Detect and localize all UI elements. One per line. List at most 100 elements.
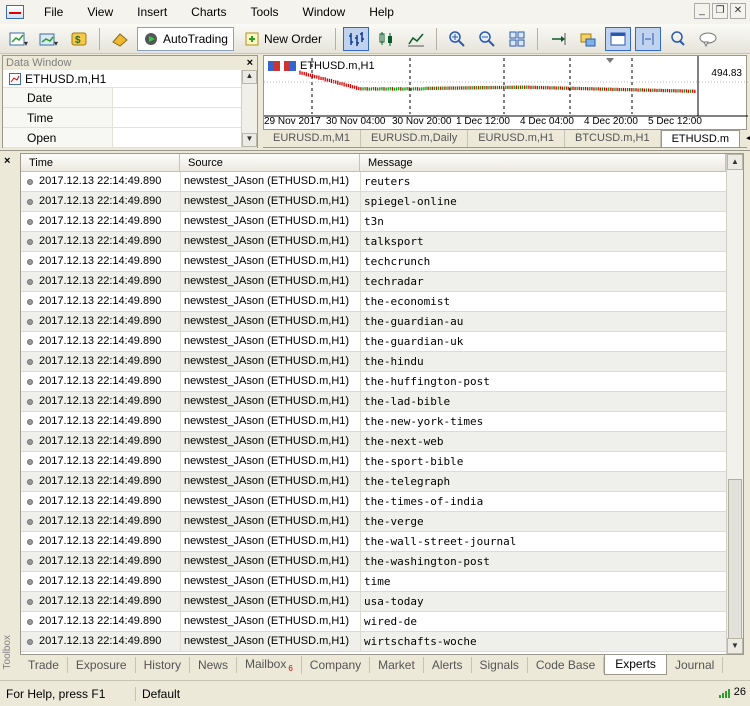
close-icon[interactable]: × <box>4 155 10 167</box>
time-axis: 29 Nov 2017 30 Nov 04:00 30 Nov 20:00 1 Dec… <box>264 115 746 129</box>
period-window-icon[interactable] <box>604 26 631 51</box>
menu-insert[interactable]: Insert <box>125 0 179 24</box>
crosshair-icon[interactable] <box>634 26 661 51</box>
cell-time-text: 2017.12.13 22:14:49.890 <box>39 295 162 307</box>
tab-history[interactable]: History <box>136 657 190 673</box>
tab-exposure[interactable]: Exposure <box>68 657 136 673</box>
minimize-icon[interactable]: _ <box>694 3 710 19</box>
tab-trade[interactable]: Trade <box>20 657 68 673</box>
table-row[interactable]: 2017.12.13 22:14:49.890 newstest_JAson (E… <box>21 352 743 372</box>
chart-shift-icon[interactable] <box>545 27 571 51</box>
table-row[interactable]: 2017.12.13 22:14:49.890 newstest_JAson (E… <box>21 552 743 572</box>
autotrading-button[interactable]: AutoTrading <box>137 26 234 51</box>
candlestick-icon[interactable] <box>373 27 399 51</box>
menu-help[interactable]: Help <box>357 0 406 24</box>
tab-alerts[interactable]: Alerts <box>424 657 472 673</box>
table-row[interactable]: 2017.12.13 22:14:49.890 newstest_JAson (E… <box>21 572 743 592</box>
connection-status[interactable]: 26 <box>718 686 746 698</box>
menu-tools[interactable]: Tools <box>239 0 291 24</box>
tab-market[interactable]: Market <box>370 657 424 673</box>
scroll-up-icon[interactable]: ▲ <box>242 70 257 84</box>
table-row[interactable]: 2017.12.13 22:14:49.890 newstest_JAson (E… <box>21 392 743 412</box>
table-row[interactable]: 2017.12.13 22:14:49.890 newstest_JAson (E… <box>21 172 743 192</box>
tab-label: Company <box>309 658 362 672</box>
restore-icon[interactable]: ❐ <box>712 3 728 19</box>
zoom-in-icon[interactable] <box>444 27 470 51</box>
table-row[interactable]: 2017.12.13 22:14:49.890 newstest_JAson (E… <box>21 472 743 492</box>
scroll-down-icon[interactable]: ▼ <box>242 133 257 147</box>
table-row[interactable]: 2017.12.13 22:14:49.890 newstest_JAson (E… <box>21 292 743 312</box>
table-row[interactable]: 2017.12.13 22:14:49.890 newstest_JAson (E… <box>21 632 743 652</box>
table-row[interactable]: 2017.12.13 22:14:49.890 newstest_JAson (E… <box>21 312 743 332</box>
cell-source: newstest_JAson (ETHUSD.m,H1) <box>180 232 360 251</box>
tab-label: Trade <box>28 658 59 672</box>
tab-experts[interactable]: Experts <box>604 655 667 675</box>
scroll-up-icon[interactable]: ▲ <box>727 154 743 170</box>
cell-message: talksport <box>360 232 726 251</box>
cell-source: newstest_JAson (ETHUSD.m,H1) <box>180 532 360 551</box>
market-watch-icon[interactable]: $ <box>66 27 92 51</box>
column-header-message[interactable]: Message <box>360 154 726 171</box>
chart-tab[interactable]: EURUSD.m,M1 <box>263 130 362 147</box>
menu-file[interactable]: File <box>32 0 75 24</box>
column-header-source[interactable]: Source <box>180 154 360 171</box>
chart-tab[interactable]: BTCUSD.m,H1 <box>565 130 661 147</box>
tile-windows-icon[interactable] <box>504 27 530 51</box>
close-icon[interactable]: ✕ <box>730 3 746 19</box>
table-row[interactable]: 2017.12.13 22:14:49.890 newstest_JAson (E… <box>21 272 743 292</box>
table-row[interactable]: 2017.12.13 22:14:49.890 newstest_JAson (E… <box>21 232 743 252</box>
tab-mailbox[interactable]: Mailbox 6 <box>237 656 302 674</box>
new-order-button[interactable]: New Order <box>238 27 328 51</box>
data-window-scrollbar[interactable]: ▲ ▼ <box>241 70 257 147</box>
table-row[interactable]: 2017.12.13 22:14:49.890 newstest_JAson (E… <box>21 412 743 432</box>
table-row[interactable]: 2017.12.13 22:14:49.890 newstest_JAson (E… <box>21 612 743 632</box>
table-row[interactable]: 2017.12.13 22:14:49.890 newstest_JAson (E… <box>21 372 743 392</box>
bar-chart-icon[interactable] <box>342 26 369 51</box>
scroll-down-icon[interactable]: ▼ <box>727 638 743 654</box>
close-icon[interactable]: × <box>247 56 253 70</box>
table-row[interactable]: 2017.12.13 22:14:49.890 newstest_JAson (E… <box>21 192 743 212</box>
table-row[interactable]: 2017.12.13 22:14:49.890 newstest_JAson (E… <box>21 592 743 612</box>
signal-icon <box>718 695 721 698</box>
cell-time: 2017.12.13 22:14:49.890 <box>21 272 180 291</box>
new-chart-icon[interactable]: ▾ <box>6 27 32 51</box>
log-entry-icon <box>27 518 33 525</box>
table-row[interactable]: 2017.12.13 22:14:49.890 newstest_JAson (E… <box>21 212 743 232</box>
table-row[interactable]: 2017.12.13 22:14:49.890 newstest_JAson (E… <box>21 332 743 352</box>
scroll-thumb[interactable] <box>728 479 742 639</box>
chart-tab[interactable]: ETHUSD.m <box>660 130 741 147</box>
profiles-icon[interactable]: ▾ <box>36 27 62 51</box>
table-row[interactable]: 2017.12.13 22:14:49.890 newstest_JAson (E… <box>21 452 743 472</box>
metaeditor-icon[interactable] <box>107 27 133 51</box>
menu-charts[interactable]: Charts <box>179 0 238 24</box>
menu-window[interactable]: Window <box>291 0 358 24</box>
tab-company[interactable]: Company <box>302 657 371 673</box>
menu-view[interactable]: View <box>75 0 125 24</box>
cell-time: 2017.12.13 22:14:49.890 <box>21 372 180 391</box>
table-row[interactable]: 2017.12.13 22:14:49.890 newstest_JAson (E… <box>21 432 743 452</box>
chart-window[interactable]: ETHUSD.m,H1 494.83 29 Nov 2017 30 Nov 04:… <box>263 55 748 130</box>
templates-icon[interactable] <box>575 27 601 51</box>
tab-news[interactable]: News <box>190 657 237 673</box>
search-icon[interactable] <box>665 27 691 51</box>
tab-code-base[interactable]: Code Base <box>528 657 605 673</box>
chart-tab[interactable]: EURUSD.m,Daily <box>361 130 469 147</box>
column-header-time[interactable]: Time <box>21 154 180 171</box>
table-row[interactable]: 2017.12.13 22:14:49.890 newstest_JAson (E… <box>21 512 743 532</box>
tab-left-icon[interactable]: ◂ <box>746 130 750 147</box>
chart-tab[interactable]: EURUSD.m,H1 <box>468 130 565 147</box>
zoom-out-icon[interactable] <box>474 27 500 51</box>
tab-signals[interactable]: Signals <box>472 657 528 673</box>
tab-journal[interactable]: Journal <box>667 657 724 673</box>
table-row[interactable]: 2017.12.13 22:14:49.890 newstest_JAson (E… <box>21 492 743 512</box>
chart-app-icon[interactable] <box>6 5 24 19</box>
chat-icon[interactable] <box>695 27 721 51</box>
table-row[interactable]: 2017.12.13 22:14:49.890 newstest_JAson (E… <box>21 252 743 272</box>
table-row[interactable]: 2017.12.13 22:14:49.890 newstest_JAson (E… <box>21 532 743 552</box>
log-scrollbar[interactable]: ▲ ▼ <box>726 154 743 654</box>
cell-time-text: 2017.12.13 22:14:49.890 <box>39 395 162 407</box>
cell-time-text: 2017.12.13 22:14:49.890 <box>39 415 162 427</box>
cell-time: 2017.12.13 22:14:49.890 <box>21 612 180 631</box>
line-chart-icon[interactable] <box>403 27 429 51</box>
cell-time: 2017.12.13 22:14:49.890 <box>21 412 180 431</box>
